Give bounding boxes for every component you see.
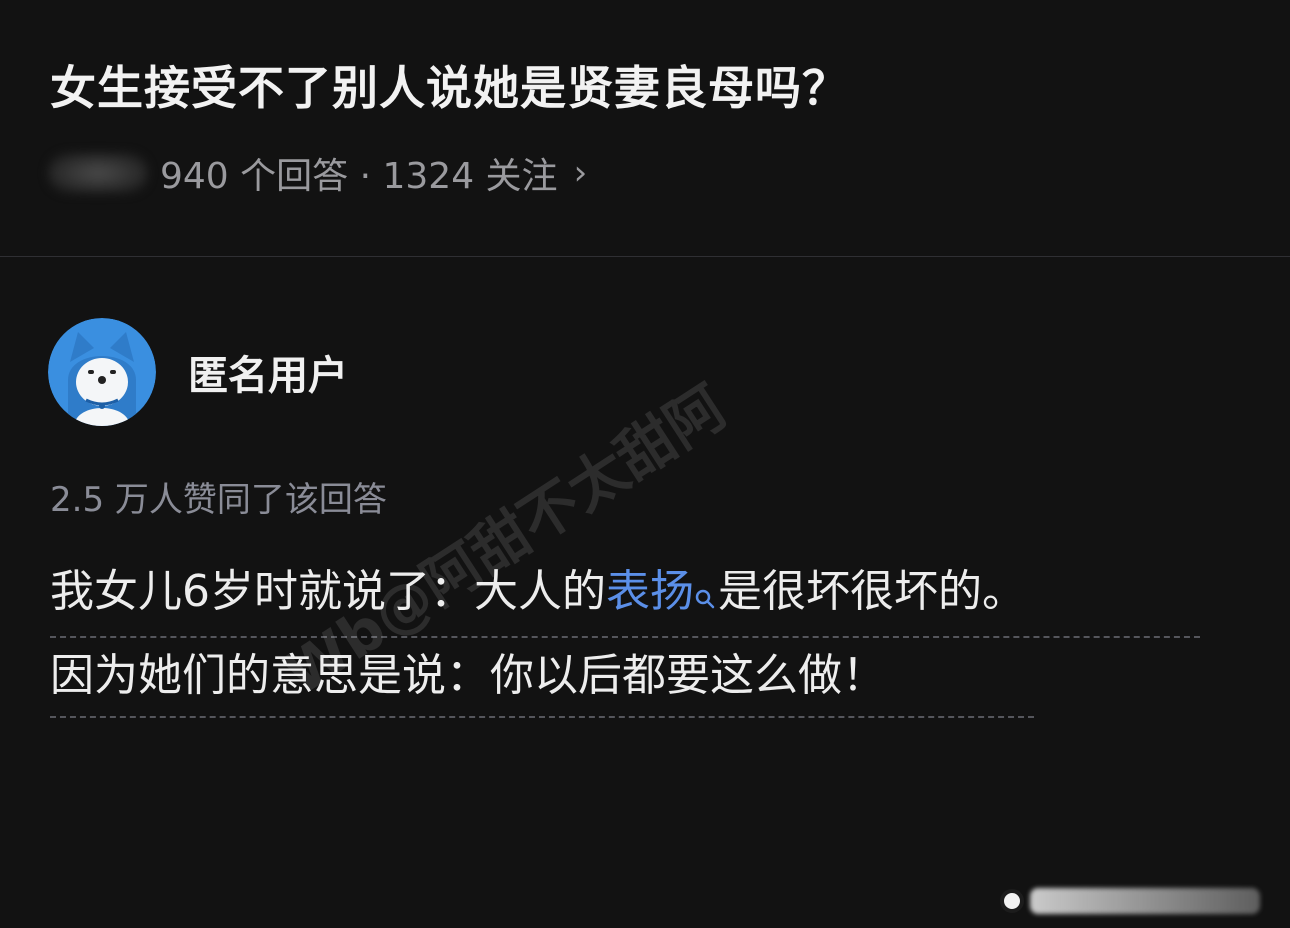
anonymous-dog-icon — [48, 318, 156, 426]
avatar[interactable] — [48, 318, 156, 426]
keyword-search-link[interactable]: 表扬 — [606, 566, 694, 617]
chevron-right-icon: › — [573, 153, 588, 193]
upvote-count: 2.5 万人赞同了该回答 — [50, 480, 387, 520]
blurred-topic-tag — [48, 153, 148, 193]
question-meta-row[interactable]: 940 个回答 · 1324 关注 › — [48, 148, 587, 198]
answer-text-segment: 我女儿6岁时就说了：大人的 — [50, 566, 606, 617]
blurred-logo-text — [1030, 888, 1260, 914]
author-row[interactable]: 匿名用户 — [48, 318, 348, 426]
search-icon[interactable] — [694, 566, 716, 626]
answer-text-segment: 是很坏很坏的。 — [718, 566, 1026, 617]
question-stats: 940 个回答 · 1324 关注 — [160, 156, 558, 197]
answer-text-line-1: 我女儿6岁时就说了：大人的表扬 是很坏很坏的。 — [50, 562, 1200, 638]
answer-text-line-2: 因为她们的意思是说：你以后都要这么做！ — [50, 646, 1034, 718]
divider — [0, 256, 1290, 257]
corner-logo-mark — [1000, 884, 1270, 918]
author-name[interactable]: 匿名用户 — [188, 343, 348, 401]
answer-page: 女生接受不了别人说她是贤妻良母吗？ 940 个回答 · 1324 关注 › 匿名… — [0, 0, 1290, 928]
question-title[interactable]: 女生接受不了别人说她是贤妻良母吗？ — [50, 52, 849, 118]
logo-dot-icon — [1000, 889, 1024, 913]
